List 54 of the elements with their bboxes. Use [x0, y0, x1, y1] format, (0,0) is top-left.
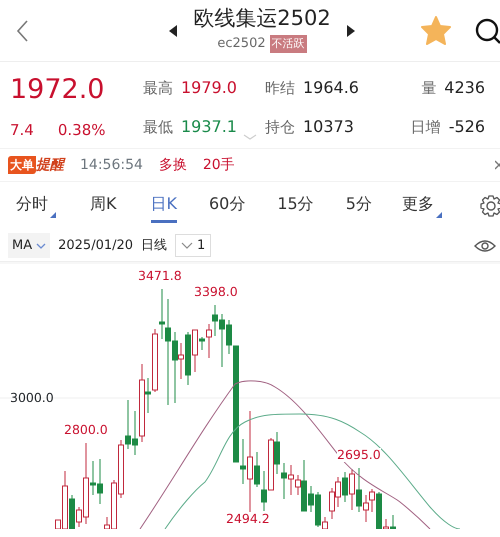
stat-label: 昨结 — [265, 78, 295, 99]
stat-label: 最低 — [143, 116, 173, 138]
price-annotation: 3398.0 — [194, 285, 238, 299]
contract-title: 欧线集运2502 — [193, 7, 331, 30]
stat-label: 持仓 — [265, 116, 295, 138]
stat-value: 1964.6 — [303, 77, 359, 99]
stat-label: 最高 — [143, 78, 173, 99]
adjust-value: 1 — [197, 236, 206, 255]
period-tab[interactable]: 60分 — [209, 192, 246, 220]
contract-code: ec2502 — [217, 35, 266, 54]
star-icon[interactable] — [421, 16, 451, 45]
axis-label: 3000.0 — [10, 389, 54, 407]
price-change: 7.4 — [10, 120, 34, 140]
status-badge: 不活跃 — [270, 34, 307, 54]
stat-value: 1937.1 — [181, 116, 237, 138]
stat-label: 量 — [421, 78, 436, 99]
period-tab[interactable]: 15分 — [277, 192, 314, 220]
alert-action: 多换 — [158, 156, 187, 174]
percent-change: 0.38% — [58, 120, 106, 140]
chevron-down-icon[interactable] — [36, 242, 46, 248]
dropdown-triangle-icon[interactable] — [436, 212, 442, 218]
period-tab[interactable]: 5分 — [346, 192, 372, 220]
price-annotation: 2800.0 — [64, 423, 108, 437]
stat-value: -526 — [448, 116, 485, 138]
indicator-selector[interactable]: MA — [8, 232, 50, 258]
close-icon[interactable] — [495, 160, 500, 170]
stat-value: 10373 — [303, 116, 354, 138]
period-tab[interactable]: 周K — [90, 192, 116, 220]
back-icon[interactable] — [16, 18, 29, 42]
period-tab[interactable]: 更多 — [402, 192, 434, 220]
price-annotation: 3471.8 — [138, 269, 182, 283]
adjust-selector[interactable]: 1 — [175, 234, 212, 258]
price-annotation: 2695.0 — [337, 448, 381, 462]
dropdown-triangle-icon[interactable] — [50, 212, 56, 218]
search-icon[interactable] — [475, 18, 500, 44]
eye-icon[interactable] — [474, 238, 496, 254]
alert-size: 20手 — [202, 156, 235, 174]
stat-value: 1979.0 — [181, 77, 237, 99]
price-annotation: 2494.2 — [226, 512, 270, 526]
stat-value: 4236 — [444, 77, 485, 99]
next-icon[interactable] — [346, 24, 355, 36]
last-price: 1972.0 — [10, 73, 106, 107]
chart-date: 2025/01/20 — [58, 236, 134, 255]
alert-tag: 大单 — [8, 156, 36, 174]
chevron-down-icon[interactable] — [181, 242, 194, 249]
period-tab[interactable]: 日K — [150, 189, 177, 223]
alert-time: 14:56:54 — [80, 156, 143, 174]
stat-label: 日增 — [410, 116, 441, 138]
alert-label: 提醒 — [36, 156, 64, 174]
settings-icon[interactable] — [480, 195, 500, 217]
chart-period: 日线 — [141, 236, 168, 255]
period-tab[interactable]: 分时 — [16, 192, 48, 220]
indicator-name: MA — [12, 236, 32, 255]
previous-icon[interactable] — [169, 24, 178, 36]
